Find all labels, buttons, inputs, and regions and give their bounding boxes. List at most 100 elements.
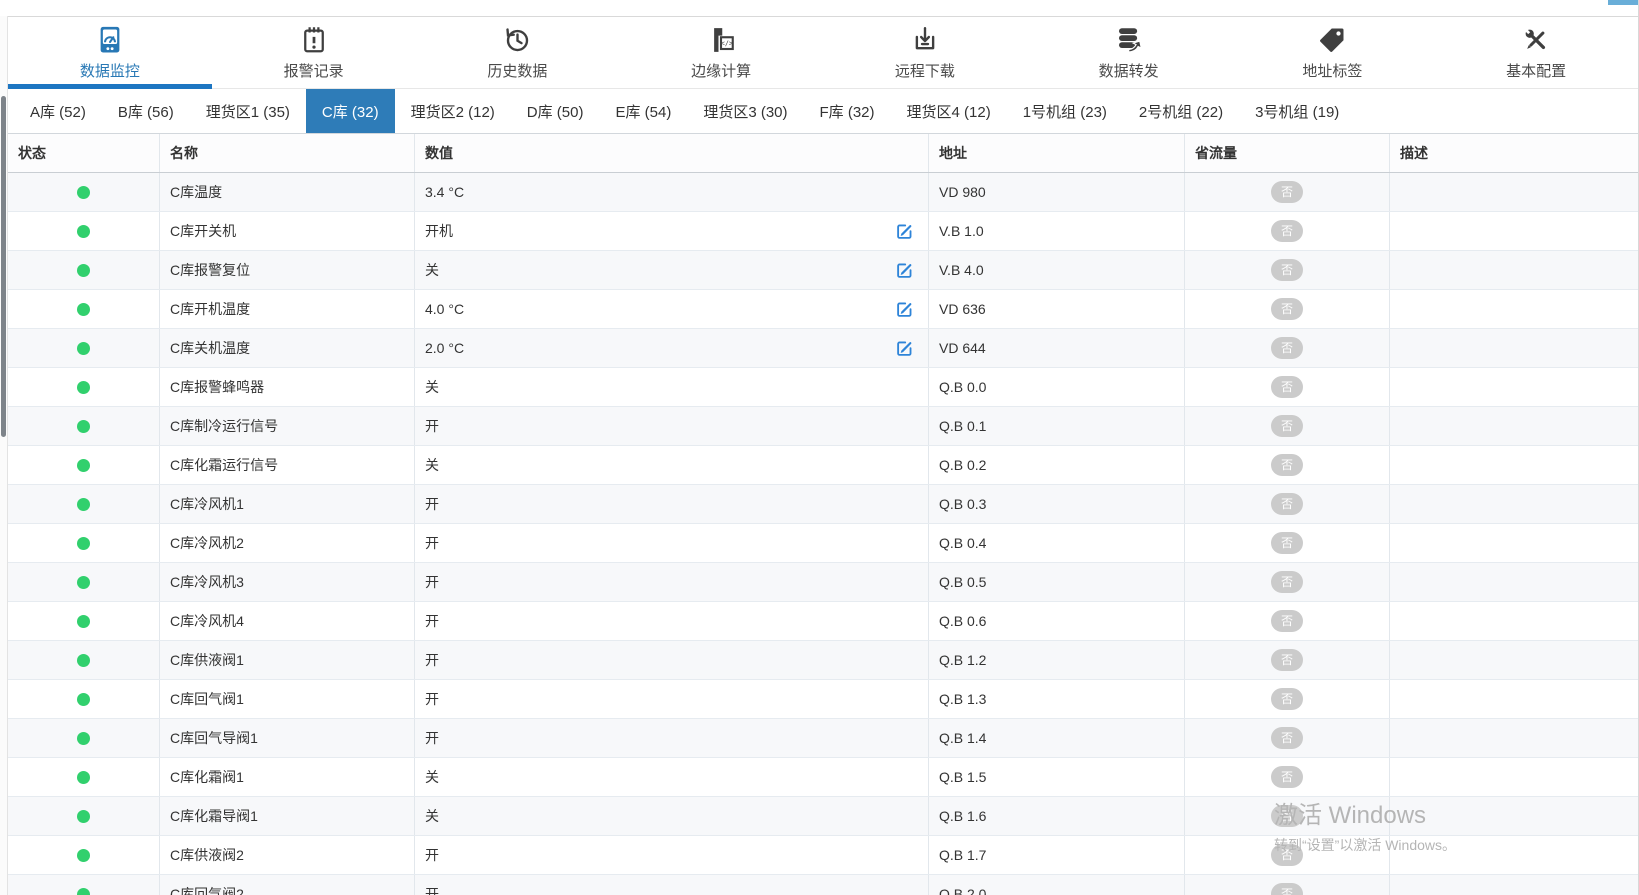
table-row: C库开机温度 4.0 °C VD 636 否 <box>8 290 1638 329</box>
tab-4[interactable]: 理货区2 (12) <box>395 89 511 133</box>
header-desc: 描述 <box>1390 134 1638 172</box>
traffic-cell: 否 <box>1185 836 1390 874</box>
traffic-badge[interactable]: 否 <box>1271 649 1303 671</box>
traffic-badge[interactable]: 否 <box>1271 337 1303 359</box>
edit-value-icon[interactable] <box>896 223 913 240</box>
tab-3[interactable]: C库 (32) <box>306 89 395 133</box>
status-dot-green <box>77 615 90 628</box>
traffic-cell: 否 <box>1185 563 1390 601</box>
value-text: 开 <box>425 572 439 592</box>
traffic-cell: 否 <box>1185 329 1390 367</box>
nav-item-label: 地址标签 <box>1302 60 1362 81</box>
tab-10[interactable]: 1号机组 (23) <box>1007 89 1123 133</box>
table-row: C库回气阀2 开 Q.B 2.0 否 <box>8 875 1638 895</box>
name-cell: C库冷风机2 <box>160 524 415 562</box>
nav-item-0[interactable]: 数据监控 <box>8 17 212 88</box>
traffic-cell: 否 <box>1185 251 1390 289</box>
value-text: 开 <box>425 416 439 436</box>
traffic-badge[interactable]: 否 <box>1271 883 1303 895</box>
tab-7[interactable]: 理货区3 (30) <box>687 89 803 133</box>
table-row: C库冷风机4 开 Q.B 0.6 否 <box>8 602 1638 641</box>
nav-item-label: 数据转发 <box>1099 60 1159 81</box>
desc-cell <box>1390 173 1638 211</box>
traffic-badge[interactable]: 否 <box>1271 727 1303 749</box>
tab-1[interactable]: B库 (56) <box>102 89 190 133</box>
traffic-badge[interactable]: 否 <box>1271 181 1303 203</box>
edit-value-icon[interactable] <box>896 262 913 279</box>
desc-cell <box>1390 329 1638 367</box>
traffic-cell: 否 <box>1185 368 1390 406</box>
edit-value-icon[interactable] <box>896 340 913 357</box>
address-cell: V.B 1.0 <box>929 212 1185 250</box>
traffic-badge[interactable]: 否 <box>1271 532 1303 554</box>
desc-cell <box>1390 680 1638 718</box>
window-top-strip <box>8 0 1638 17</box>
name-cell: C库制冷运行信号 <box>160 407 415 445</box>
tab-12[interactable]: 3号机组 (19) <box>1239 89 1355 133</box>
status-cell <box>8 758 160 796</box>
traffic-badge[interactable]: 否 <box>1271 376 1303 398</box>
traffic-badge[interactable]: 否 <box>1271 571 1303 593</box>
alarm-log-icon <box>299 25 329 55</box>
value-cell: 开机 <box>415 212 929 250</box>
table-row: C库制冷运行信号 开 Q.B 0.1 否 <box>8 407 1638 446</box>
traffic-badge[interactable]: 否 <box>1271 415 1303 437</box>
nav-item-5[interactable]: 数据转发 <box>1027 17 1231 88</box>
value-cell: 3.4 °C <box>415 173 929 211</box>
tab-label: 理货区4 (12) <box>907 101 991 122</box>
nav-item-2[interactable]: 历史数据 <box>416 17 620 88</box>
tab-label: 3号机组 (19) <box>1255 101 1339 122</box>
tab-5[interactable]: D库 (50) <box>511 89 600 133</box>
traffic-badge[interactable]: 否 <box>1271 454 1303 476</box>
address-cell: Q.B 0.2 <box>929 446 1185 484</box>
desc-cell <box>1390 251 1638 289</box>
name-cell: C库化霜运行信号 <box>160 446 415 484</box>
tab-6[interactable]: E库 (54) <box>599 89 687 133</box>
group-tab-strip: A库 (52) B库 (56) 理货区1 (35) C库 (32) 理货区2 (… <box>8 89 1638 133</box>
traffic-cell: 否 <box>1185 485 1390 523</box>
value-text: 3.4 °C <box>425 184 464 200</box>
status-dot-green <box>77 225 90 238</box>
traffic-badge[interactable]: 否 <box>1271 493 1303 515</box>
tab-0[interactable]: A库 (52) <box>14 89 102 133</box>
table-row: C库化霜运行信号 关 Q.B 0.2 否 <box>8 446 1638 485</box>
name-cell: C库冷风机3 <box>160 563 415 601</box>
nav-item-1[interactable]: 报警记录 <box>212 17 416 88</box>
tab-11[interactable]: 2号机组 (22) <box>1123 89 1239 133</box>
status-cell <box>8 836 160 874</box>
table-header-row: 状态 名称 数值 地址 省流量 描述 <box>8 134 1638 173</box>
status-dot-green <box>77 459 90 472</box>
table-row: C库温度 3.4 °C VD 980 否 <box>8 173 1638 212</box>
traffic-badge[interactable]: 否 <box>1271 259 1303 281</box>
traffic-badge[interactable]: 否 <box>1271 298 1303 320</box>
table-row: C库供液阀1 开 Q.B 1.2 否 <box>8 641 1638 680</box>
history-clock-icon <box>502 25 532 55</box>
nav-item-7[interactable]: 基本配置 <box>1434 17 1638 88</box>
tab-label: 理货区3 (30) <box>703 101 787 122</box>
traffic-badge[interactable]: 否 <box>1271 805 1303 827</box>
table-row: C库供液阀2 开 Q.B 1.7 否 <box>8 836 1638 875</box>
tab-2[interactable]: 理货区1 (35) <box>190 89 306 133</box>
traffic-badge[interactable]: 否 <box>1271 844 1303 866</box>
traffic-badge[interactable]: 否 <box>1271 610 1303 632</box>
value-cell: 开 <box>415 485 929 523</box>
nav-item-6[interactable]: 地址标签 <box>1231 17 1435 88</box>
left-scrollbar-thumb[interactable] <box>1 96 6 437</box>
value-text: 开 <box>425 650 439 670</box>
remote-download-icon <box>910 25 940 55</box>
value-text: 关 <box>425 377 439 397</box>
nav-item-3[interactable]: </> 边缘计算 <box>619 17 823 88</box>
nav-item-4[interactable]: 远程下载 <box>823 17 1027 88</box>
name-cell: C库报警复位 <box>160 251 415 289</box>
desc-cell <box>1390 758 1638 796</box>
traffic-cell: 否 <box>1185 719 1390 757</box>
traffic-badge[interactable]: 否 <box>1271 220 1303 242</box>
tab-9[interactable]: 理货区4 (12) <box>891 89 1007 133</box>
desc-cell <box>1390 563 1638 601</box>
tab-8[interactable]: F库 (32) <box>804 89 891 133</box>
traffic-badge[interactable]: 否 <box>1271 688 1303 710</box>
traffic-badge[interactable]: 否 <box>1271 766 1303 788</box>
edit-value-icon[interactable] <box>896 301 913 318</box>
status-dot-green <box>77 537 90 550</box>
table-row: C库化霜阀1 关 Q.B 1.5 否 <box>8 758 1638 797</box>
